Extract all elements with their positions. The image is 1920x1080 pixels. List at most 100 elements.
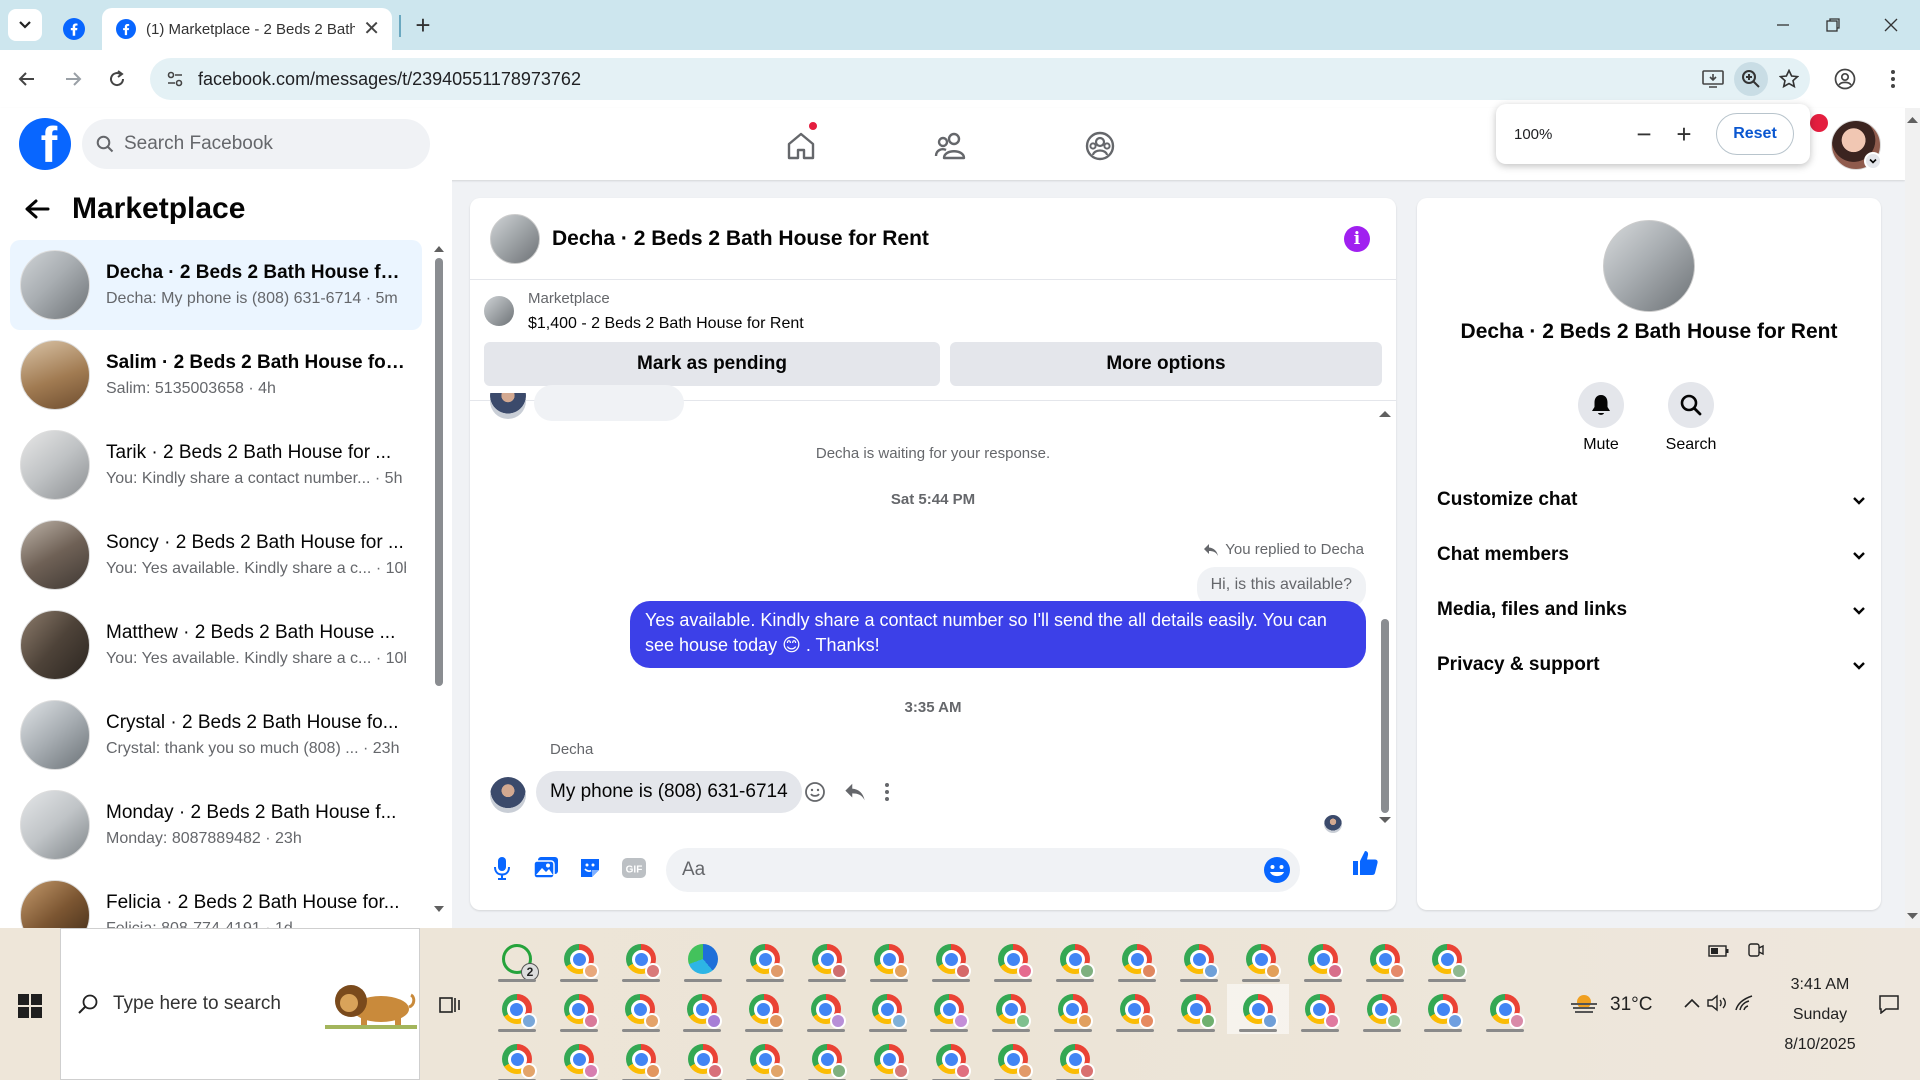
incoming-message-bubble[interactable]: My phone is (808) 631-6714: [536, 771, 802, 813]
taskbar-chrome[interactable]: [1044, 934, 1106, 984]
taskbar-chrome[interactable]: [734, 934, 796, 984]
forward-button[interactable]: [58, 64, 88, 94]
taskbar-chrome[interactable]: [610, 934, 672, 984]
taskbar-chrome[interactable]: [1289, 984, 1351, 1034]
reload-button[interactable]: [102, 64, 132, 94]
sender-avatar[interactable]: [490, 777, 526, 813]
taskbar-chrome[interactable]: [671, 984, 733, 1034]
taskbar-chrome[interactable]: [857, 984, 919, 1034]
taskbar-chrome[interactable]: [858, 934, 920, 984]
scroll-up-icon[interactable]: [434, 244, 444, 252]
taskbar-search-input[interactable]: Type here to search: [60, 928, 420, 1080]
chat-list-scrollbar[interactable]: [434, 238, 444, 912]
zoom-out-button[interactable]: −: [1624, 114, 1664, 154]
taskbar-chrome[interactable]: [1042, 984, 1104, 1034]
react-smiley-icon[interactable]: [804, 781, 826, 803]
thumbs-up-icon[interactable]: [1350, 848, 1380, 878]
show-hidden-icons-button[interactable]: [1684, 998, 1700, 1008]
task-view-button[interactable]: [438, 994, 462, 1021]
address-bar[interactable]: facebook.com/messages/t/2394055117897376…: [150, 58, 1810, 100]
chat-item-salim[interactable]: Salim · 2 Beds 2 Bath House for ... Sali…: [10, 330, 422, 420]
voice-clip-button[interactable]: [480, 846, 524, 890]
taskbar-chrome[interactable]: [548, 1034, 610, 1080]
section-chat-members[interactable]: Chat members: [1437, 533, 1867, 577]
nav-groups[interactable]: [1080, 126, 1120, 166]
meet-now-icon[interactable]: [1746, 942, 1764, 960]
taskbar-chrome[interactable]: [796, 934, 858, 984]
taskbar-chrome[interactable]: [610, 984, 672, 1034]
taskbar-chrome[interactable]: [1351, 984, 1413, 1034]
messages-scrollbar[interactable]: [1378, 401, 1392, 831]
taskbar-chrome[interactable]: [918, 984, 980, 1034]
nav-friends[interactable]: [931, 126, 971, 166]
taskbar-chrome[interactable]: [1165, 984, 1227, 1034]
taskbar-chrome[interactable]: [1104, 984, 1166, 1034]
taskbar-chrome[interactable]: [1412, 984, 1474, 1034]
facebook-search-input[interactable]: Search Facebook: [82, 119, 430, 169]
taskbar-chrome[interactable]: [982, 934, 1044, 984]
tab-search-button[interactable]: [8, 9, 42, 41]
facebook-logo[interactable]: f: [19, 118, 71, 170]
taskbar-chrome[interactable]: [796, 1034, 858, 1080]
attach-media-button[interactable]: [524, 846, 568, 890]
battery-icon[interactable]: [1708, 944, 1730, 958]
scroll-up-icon[interactable]: [1905, 114, 1920, 124]
chat-item-crystal[interactable]: Crystal · 2 Beds 2 Bath House fo... Crys…: [10, 690, 422, 780]
zoom-in-button[interactable]: +: [1664, 114, 1704, 154]
conversation-info-icon[interactable]: i: [1344, 226, 1370, 252]
taskbar-chrome[interactable]: [733, 984, 795, 1034]
message-input[interactable]: Aa: [666, 848, 1300, 892]
tab-close-icon[interactable]: ✕: [363, 19, 380, 39]
taskbar-chrome[interactable]: [610, 1034, 672, 1080]
pinned-tab-facebook[interactable]: [50, 8, 98, 50]
chat-item-soncy[interactable]: Soncy · 2 Beds 2 Bath House for ... You:…: [10, 510, 422, 600]
scrollbar-thumb[interactable]: [1381, 619, 1389, 813]
listing-summary[interactable]: Marketplace $1,400 - 2 Beds 2 Bath House…: [484, 290, 804, 333]
scrollbar-thumb[interactable]: [435, 258, 443, 686]
chat-item-tarik[interactable]: Tarik · 2 Beds 2 Bath House for ... You:…: [10, 420, 422, 510]
info-avatar[interactable]: [1603, 220, 1695, 312]
taskbar-chrome[interactable]: [1044, 1034, 1106, 1080]
back-arrow-icon[interactable]: [24, 198, 50, 220]
taskbar-chrome[interactable]: [1106, 934, 1168, 984]
chat-item-matthew[interactable]: Matthew · 2 Beds 2 Bath House ... You: Y…: [10, 600, 422, 690]
emoji-icon[interactable]: [1262, 855, 1292, 885]
volume-icon[interactable]: [1706, 994, 1728, 1012]
more-options-button[interactable]: More options: [950, 342, 1382, 386]
taskbar-chrome[interactable]: [1354, 934, 1416, 984]
taskbar-chrome[interactable]: [1474, 984, 1536, 1034]
clock[interactable]: 3:41 AM Sunday 8/10/2025: [1750, 970, 1890, 1060]
scroll-down-icon[interactable]: [1905, 912, 1920, 922]
profile-icon[interactable]: [1830, 64, 1860, 94]
taskbar-chrome[interactable]: [734, 1034, 796, 1080]
scroll-down-icon[interactable]: [1378, 817, 1392, 825]
taskbar-chrome[interactable]: [486, 1034, 548, 1080]
taskbar-chrome[interactable]: [1292, 934, 1354, 984]
outgoing-message-bubble[interactable]: Yes available. Kindly share a contact nu…: [630, 601, 1366, 668]
more-vertical-icon[interactable]: [884, 782, 890, 802]
taskbar-chrome[interactable]: [1168, 934, 1230, 984]
taskbar-chrome[interactable]: [1416, 934, 1478, 984]
chat-item-monday[interactable]: Monday · 2 Beds 2 Bath House f... Monday…: [10, 780, 422, 870]
reply-icon[interactable]: [844, 782, 866, 802]
search-in-conversation-button[interactable]: Search: [1651, 382, 1731, 454]
gif-button[interactable]: GIF: [612, 846, 656, 890]
back-button[interactable]: [12, 64, 42, 94]
tab-marketplace[interactable]: (1) Marketplace - 2 Beds 2 Bath ✕: [102, 8, 392, 50]
chat-item-decha[interactable]: Decha · 2 Beds 2 Bath House for... Decha…: [10, 240, 422, 330]
taskbar-chrome[interactable]: [920, 934, 982, 984]
taskbar-chrome[interactable]: [1230, 934, 1292, 984]
taskbar-chrome[interactable]: [672, 1034, 734, 1080]
zoom-reset-button[interactable]: Reset: [1716, 113, 1794, 155]
taskbar-chrome[interactable]: [486, 984, 548, 1034]
taskbar-chrome[interactable]: [920, 1034, 982, 1080]
section-media-files-links[interactable]: Media, files and links: [1437, 588, 1867, 632]
taskbar-whatsapp[interactable]: 2: [486, 934, 548, 984]
sticker-button[interactable]: [568, 846, 612, 890]
browser-menu-icon[interactable]: [1878, 64, 1908, 94]
scroll-up-icon[interactable]: [1378, 409, 1392, 417]
install-app-icon[interactable]: [1696, 62, 1730, 96]
taskbar-edge[interactable]: [672, 934, 734, 984]
section-customize-chat[interactable]: Customize chat: [1437, 478, 1867, 522]
scroll-down-icon[interactable]: [434, 906, 444, 914]
